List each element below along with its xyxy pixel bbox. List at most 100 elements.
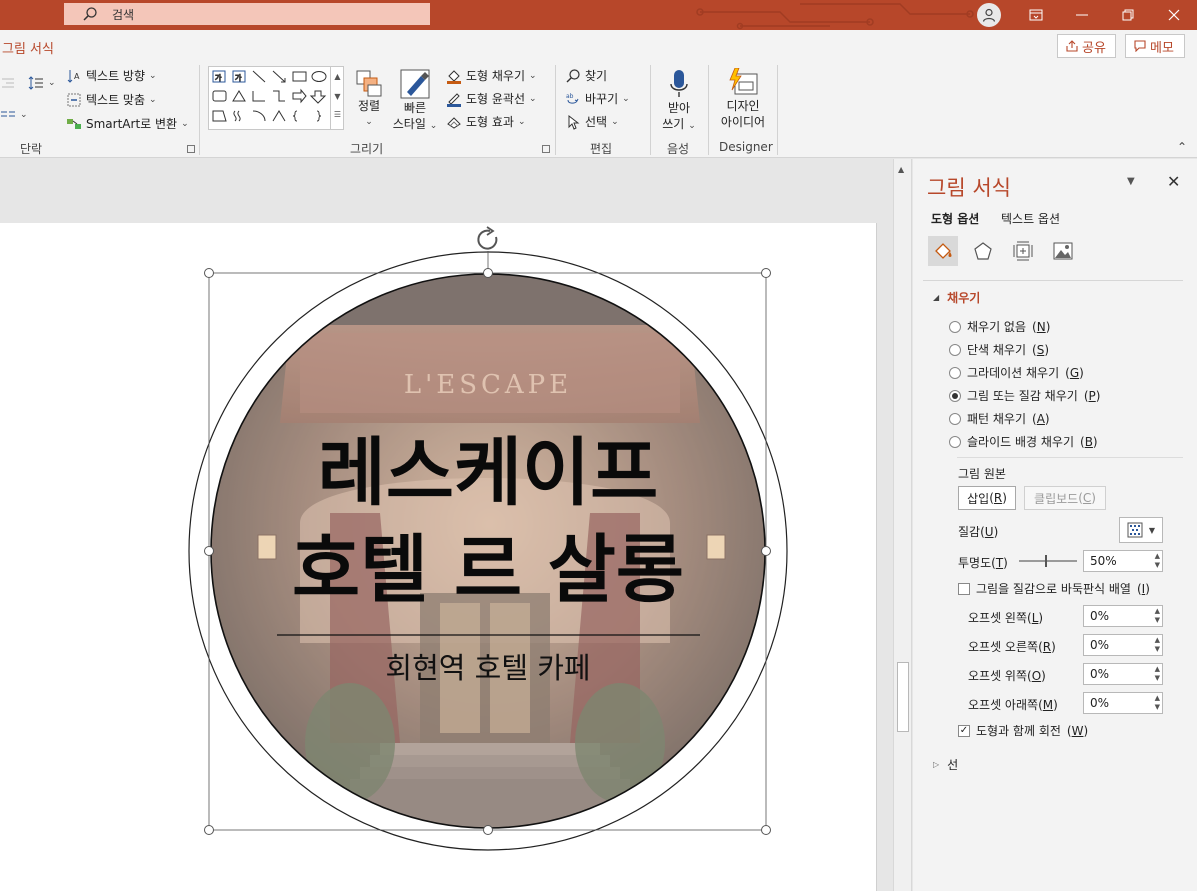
- fill-option-label: 그라데이션 채우기: [967, 366, 1060, 380]
- line-section-header[interactable]: ▷ 선: [933, 756, 958, 773]
- memo-button[interactable]: 메모: [1125, 34, 1185, 58]
- insert-picture-button[interactable]: 삽입 (R): [958, 486, 1016, 510]
- collapse-triangle-icon: ◢: [933, 293, 940, 302]
- fill-option-none[interactable]: 채우기 없음 (N): [949, 318, 1050, 335]
- text-direction-button[interactable]: A 텍스트 방향 ⌄: [66, 67, 157, 84]
- fill-line-tab-icon[interactable]: [928, 236, 958, 266]
- effects-tab-icon[interactable]: [968, 236, 998, 266]
- spin-arrows-icon[interactable]: ▲ ▼: [1155, 694, 1160, 712]
- shape-fill-button[interactable]: 도형 채우기 ⌄: [446, 67, 537, 84]
- rotate-with-shape-option[interactable]: ✓ 도형과 함께 회전 (W): [958, 722, 1088, 739]
- columns-button[interactable]: ⌄: [0, 107, 28, 123]
- dictate-button[interactable]: 받아 쓰기 ⌄: [660, 68, 698, 134]
- pane-close-icon[interactable]: ✕: [1167, 172, 1180, 191]
- shape-outline-button[interactable]: 도형 윤곽선 ⌄: [446, 90, 537, 107]
- gallery-more-icon[interactable]: ☰: [331, 107, 344, 123]
- smartart-label: SmartArt로 변환: [86, 117, 178, 131]
- access-key: P: [1088, 388, 1096, 403]
- scroll-thumb[interactable]: [897, 662, 909, 732]
- picture-icon: [1053, 242, 1073, 260]
- gallery-up-icon[interactable]: ▲: [331, 67, 344, 87]
- tab-text-options[interactable]: 텍스트 옵션: [1001, 210, 1060, 227]
- slide-title-line2[interactable]: 호텔 르 살롱: [292, 527, 684, 613]
- tile-picture-option[interactable]: 그림을 질감으로 바둑판식 배열 (I): [958, 580, 1150, 597]
- tab-shape-options[interactable]: 도형 옵션: [931, 210, 979, 227]
- select-cursor-icon: [568, 114, 580, 130]
- minimize-button[interactable]: [1059, 0, 1105, 30]
- offset-bottom-spinner[interactable]: 0% ▲ ▼: [1083, 692, 1163, 714]
- fill-option-solid[interactable]: 단색 채우기 (S): [949, 341, 1049, 358]
- gallery-scroll[interactable]: ▲ ▼ ☰: [330, 67, 344, 129]
- drawing-dialog-launcher[interactable]: [542, 145, 550, 153]
- pen-outline-icon: [447, 92, 461, 107]
- offset-right-spinner[interactable]: 0% ▲ ▼: [1083, 634, 1163, 656]
- fill-option-slide-background[interactable]: 슬라이드 배경 채우기 (B): [949, 433, 1098, 450]
- design-ideas-label-1: 디자인: [726, 99, 760, 113]
- close-button[interactable]: [1151, 0, 1197, 30]
- transparency-spinner[interactable]: 50% ▲ ▼: [1083, 550, 1163, 572]
- tab-picture-format[interactable]: 그림 서식: [2, 38, 54, 57]
- fill-option-pattern[interactable]: 패턴 채우기 (A): [949, 410, 1050, 427]
- ribbon-display-button[interactable]: [1013, 0, 1059, 30]
- replace-button[interactable]: ab 바꾸기 ⌄: [565, 90, 630, 107]
- tile-checkbox[interactable]: [958, 582, 970, 595]
- rotate-handle-icon[interactable]: [477, 226, 498, 250]
- radio-button-checked[interactable]: [949, 389, 961, 402]
- slide-title-line1[interactable]: 레스케이프: [318, 430, 658, 516]
- collapse-ribbon-icon[interactable]: ⌃: [1177, 140, 1187, 154]
- shapes-gallery[interactable]: 가 가: [208, 66, 344, 130]
- gallery-down-icon[interactable]: ▼: [331, 87, 344, 107]
- arrange-button[interactable]: 정렬 ⌄: [353, 68, 385, 130]
- spin-arrows-icon[interactable]: ▲ ▼: [1155, 636, 1160, 654]
- search-input[interactable]: 검색: [64, 3, 430, 25]
- clipboard-button[interactable]: 클립보드 (C): [1024, 486, 1106, 510]
- pane-options-dropdown-icon[interactable]: ▼: [1127, 176, 1135, 187]
- restore-icon: [1122, 9, 1134, 21]
- find-label: 찾기: [585, 69, 608, 83]
- fill-option-picture[interactable]: 그림 또는 질감 채우기 (P): [949, 387, 1100, 404]
- radio-button[interactable]: [949, 366, 961, 379]
- align-text-button[interactable]: 텍스트 맞춤 ⌄: [66, 91, 157, 108]
- slide-subtitle[interactable]: 회현역 호텔 카페: [385, 651, 590, 685]
- paragraph-dialog-launcher[interactable]: [187, 145, 195, 153]
- smartart-button[interactable]: SmartArt로 변환 ⌄: [66, 115, 189, 132]
- find-icon: [566, 68, 580, 82]
- shape-effects-button[interactable]: 도형 효과 ⌄: [446, 113, 526, 130]
- select-button[interactable]: 선택 ⌄: [565, 113, 619, 130]
- restore-button[interactable]: [1105, 0, 1151, 30]
- access-key: A: [1036, 411, 1045, 426]
- offset-label-text: 오프셋 오른쪽: [968, 640, 1039, 654]
- texture-dropdown[interactable]: ▼: [1119, 517, 1163, 543]
- transparency-slider[interactable]: [1019, 555, 1077, 567]
- texture-swatch-icon: [1127, 522, 1143, 538]
- indent-button[interactable]: [0, 75, 16, 91]
- quick-styles-button[interactable]: 빠른 스타일 ⌄: [391, 68, 439, 134]
- fill-option-label: 슬라이드 배경 채우기: [967, 435, 1074, 449]
- radio-button[interactable]: [949, 412, 961, 425]
- offset-left-spinner[interactable]: 0% ▲ ▼: [1083, 605, 1163, 627]
- account-avatar[interactable]: [977, 3, 1001, 27]
- fill-section-header[interactable]: ◢ 채우기: [933, 289, 980, 306]
- size-properties-tab-icon[interactable]: [1008, 236, 1038, 266]
- ribbon-display-icon: [1029, 9, 1043, 21]
- rotate-checkbox[interactable]: ✓: [958, 724, 970, 737]
- line-spacing-button[interactable]: ⌄: [28, 75, 56, 91]
- texture-label: 질감(U): [958, 525, 999, 539]
- find-button[interactable]: 찾기: [565, 67, 607, 84]
- design-ideas-button[interactable]: 디자인 아이디어: [716, 68, 770, 130]
- slider-thumb[interactable]: [1045, 555, 1047, 567]
- scroll-up-icon[interactable]: ▲: [898, 165, 904, 174]
- radio-button[interactable]: [949, 320, 961, 333]
- picture-tab-icon[interactable]: [1048, 236, 1078, 266]
- radio-button[interactable]: [949, 435, 961, 448]
- share-button[interactable]: 공유: [1057, 34, 1116, 58]
- spin-arrows-icon[interactable]: ▲ ▼: [1155, 607, 1160, 625]
- slide-canvas[interactable]: L'ESCAPE 레스케이프 호텔 르 살롱 회현역 호텔 카페: [0, 223, 877, 891]
- text-direction-label: 텍스트 방향: [86, 69, 146, 83]
- offset-top-spinner[interactable]: 0% ▲ ▼: [1083, 663, 1163, 685]
- spin-arrows-icon[interactable]: ▲ ▼: [1155, 665, 1160, 683]
- fill-option-gradient[interactable]: 그라데이션 채우기 (G): [949, 364, 1084, 381]
- slide-vertical-scrollbar[interactable]: ▲: [893, 159, 912, 891]
- spin-arrows-icon[interactable]: ▲ ▼: [1155, 552, 1160, 570]
- radio-button[interactable]: [949, 343, 961, 356]
